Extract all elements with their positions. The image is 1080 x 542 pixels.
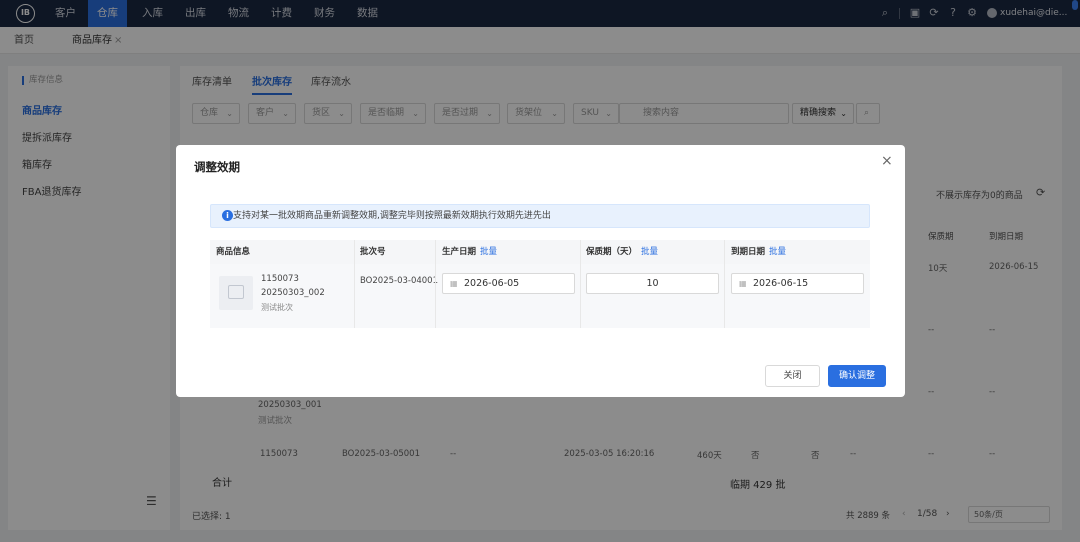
product-batch: 20250303_002: [261, 288, 325, 298]
bulk-expiry-date-link[interactable]: 批量: [769, 247, 786, 257]
shelf-life-input[interactable]: 10: [586, 273, 719, 294]
confirm-adjust-button[interactable]: 确认调整: [828, 365, 886, 387]
image-placeholder-icon: [228, 285, 244, 299]
calendar-icon: ▦: [450, 279, 458, 288]
production-date-value: 2026-06-05: [464, 278, 520, 289]
col-shelf-life: 保质期（天） 批量: [586, 240, 658, 264]
expiry-date-value: 2026-06-15: [753, 278, 809, 289]
close-button[interactable]: 关闭: [765, 365, 820, 387]
batch-number: BO2025-03-04001: [360, 276, 438, 286]
divider: [724, 240, 725, 328]
col-production-date: 生产日期 批量: [442, 240, 497, 264]
col-production-date-label: 生产日期: [442, 247, 477, 257]
bulk-shelf-life-link[interactable]: 批量: [641, 247, 658, 257]
dialog-title: 调整效期: [194, 160, 240, 174]
product-image: [219, 276, 253, 310]
col-expiry-date: 到期日期 批量: [731, 240, 786, 264]
adjust-expiry-dialog: 调整效期 × i 支持对某一批效期商品重新调整效期,调整完毕则按照最新效期执行效…: [176, 145, 905, 397]
divider: [354, 240, 355, 328]
notice-text: 支持对某一批效期商品重新调整效期,调整完毕则按照最新效期执行效期先进先出: [233, 211, 551, 221]
adjust-table: 商品信息 批次号 生产日期 批量 保质期（天） 批量 到期日期 批量 1150073 …: [210, 240, 870, 328]
bulk-production-date-link[interactable]: 批量: [480, 247, 497, 257]
col-shelf-life-label: 保质期（天）: [586, 247, 638, 257]
product-note: 测试批次: [261, 303, 293, 312]
production-date-picker[interactable]: ▦ 2026-06-05: [442, 273, 575, 294]
divider: [435, 240, 436, 328]
calendar-icon: ▦: [739, 279, 747, 288]
close-icon[interactable]: ×: [881, 153, 893, 169]
table-header: 商品信息 批次号 生产日期 批量 保质期（天） 批量 到期日期 批量: [210, 240, 870, 264]
col-batch-no: 批次号: [360, 247, 386, 257]
info-notice: i 支持对某一批效期商品重新调整效期,调整完毕则按照最新效期执行效期先进先出: [210, 204, 870, 228]
col-product: 商品信息: [216, 247, 251, 257]
col-expiry-date-label: 到期日期: [731, 247, 766, 257]
product-code: 1150073: [261, 274, 299, 284]
divider: [580, 240, 581, 328]
table-row: 1150073 20250303_002 测试批次 BO2025-03-0400…: [210, 264, 870, 328]
info-icon: i: [222, 210, 233, 221]
expiry-date-picker[interactable]: ▦ 2026-06-15: [731, 273, 864, 294]
